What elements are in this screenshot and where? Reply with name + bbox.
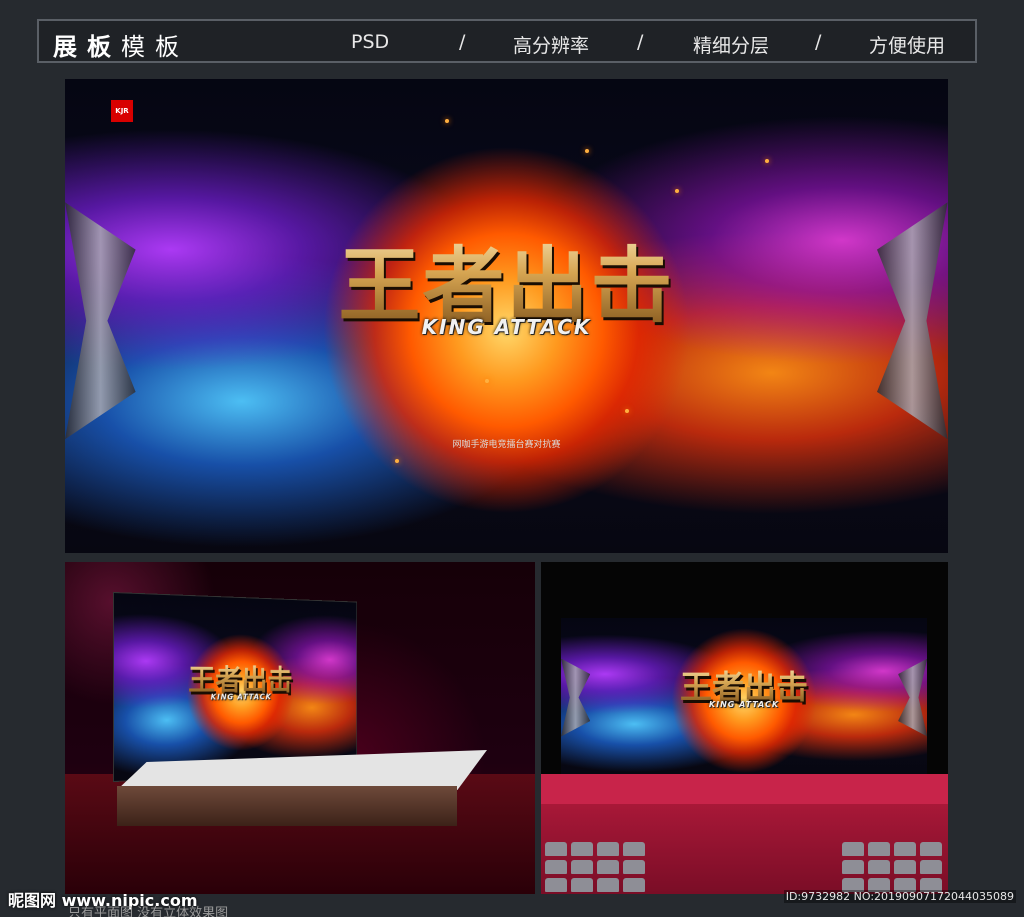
artwork-subtitle: KING ATTACK — [210, 692, 272, 702]
header-bar: 展板模板 PSD / 高分辨率 / 精细分层 / 方便使用 — [37, 19, 977, 63]
header-item-psd: PSD — [351, 31, 390, 53]
stage-mockup-right: 王者出击 KING ATTACK — [541, 562, 948, 894]
main-artwork-panel: KJR 王者出击 KING ATTACK 网咖手游电竞擂台赛对抗赛 — [65, 79, 948, 553]
auditorium-screen: 王者出击 KING ATTACK — [561, 618, 927, 774]
auditorium-stage-top — [541, 774, 948, 804]
seating-right — [818, 836, 948, 894]
stage-mockup-left: 王者出击 KING ATTACK — [65, 562, 535, 894]
header-separator: / — [815, 31, 822, 53]
artwork-note: 网咖手游电竞擂台赛对抗赛 — [452, 440, 561, 450]
stage-platform — [117, 750, 487, 838]
footer-note: 只有平面图 没有立体效果图 — [68, 906, 229, 917]
header-title: 展板模板 — [53, 27, 189, 62]
platform-front — [117, 786, 458, 826]
header-title-rest: 模板 — [121, 33, 189, 61]
header-separator: / — [459, 31, 466, 53]
brand-badge-logo: KJR — [111, 100, 133, 122]
seating-left — [541, 836, 671, 894]
artwork-subtitle: KING ATTACK — [708, 700, 780, 709]
header-item-resolution: 高分辨率 — [513, 35, 590, 57]
header-item-layers: 精细分层 — [693, 35, 770, 57]
header-separator: / — [637, 31, 644, 53]
image-id-label: ID:9732982 NO:20190907172044035089 — [783, 890, 1016, 903]
header-title-bold: 展板 — [53, 33, 121, 61]
header-item-easy-use: 方便使用 — [869, 35, 946, 57]
artwork-subtitle: KING ATTACK — [421, 315, 592, 339]
platform-top — [117, 750, 487, 790]
